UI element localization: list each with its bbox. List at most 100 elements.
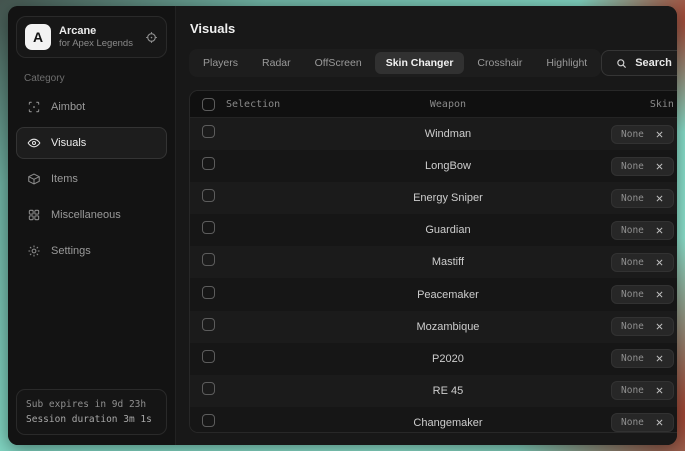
row-checkbox[interactable] [202, 125, 215, 138]
skin-select-badge[interactable]: None [611, 381, 674, 400]
table-row-mozambique: Mozambique None [190, 311, 677, 343]
skin-value: None [621, 417, 644, 428]
skin-cell: None [544, 381, 674, 400]
selection-column-label: Selection [226, 99, 280, 110]
search-button-label: Search [635, 57, 672, 69]
subscription-info: Sub expires in 9d 23h Session duration 3… [16, 389, 167, 435]
table-row-guardian: Guardian None [190, 214, 677, 246]
select-all-checkbox[interactable] [202, 98, 215, 111]
selection-cell [202, 350, 352, 368]
selection-cell [202, 382, 352, 400]
skin-select-badge[interactable]: None [611, 317, 674, 336]
search-icon [616, 58, 627, 69]
clear-skin-icon[interactable] [655, 386, 664, 395]
row-checkbox[interactable] [202, 221, 215, 234]
main-panel: Visuals PlayersRadarOffScreenSkin Change… [176, 6, 677, 445]
sidebar-item-miscellaneous[interactable]: Miscellaneous [16, 199, 167, 231]
skin-select-badge[interactable]: None [611, 349, 674, 368]
clear-skin-icon[interactable] [655, 290, 664, 299]
weapon-name: Mozambique [352, 321, 544, 333]
table-row-energy-sniper: Energy Sniper None [190, 182, 677, 214]
sidebar-item-label: Items [51, 173, 78, 185]
sidebar-item-label: Aimbot [51, 101, 85, 113]
app-window: A Arcane for Apex Legends Category Aimbo… [8, 6, 677, 445]
sidebar-item-items[interactable]: Items [16, 163, 167, 195]
miscellaneous-icon [27, 208, 41, 222]
clear-skin-icon[interactable] [655, 130, 664, 139]
page-title: Visuals [190, 21, 677, 36]
skin-value: None [621, 385, 644, 396]
row-checkbox[interactable] [202, 157, 215, 170]
weapon-column-label: Weapon [352, 99, 544, 110]
weapon-name: LongBow [352, 160, 544, 172]
selection-cell [202, 414, 352, 432]
category-label: Category [24, 73, 159, 84]
sub-expiry-text: Sub expires in 9d 23h [26, 397, 157, 412]
selection-cell [202, 189, 352, 207]
tab-radar[interactable]: Radar [251, 52, 302, 74]
skin-cell: None [544, 285, 674, 304]
row-checkbox[interactable] [202, 382, 215, 395]
skin-select-badge[interactable]: None [611, 157, 674, 176]
skin-select-badge[interactable]: None [611, 189, 674, 208]
clear-skin-icon[interactable] [655, 418, 664, 427]
skin-select-badge[interactable]: None [611, 221, 674, 240]
skin-value: None [621, 289, 644, 300]
session-duration-text: Session duration 3m 1s [26, 412, 157, 427]
skin-value: None [621, 321, 644, 332]
row-checkbox[interactable] [202, 189, 215, 202]
skin-select-badge[interactable]: None [611, 253, 674, 272]
skin-cell: None [544, 253, 674, 272]
clear-skin-icon[interactable] [655, 258, 664, 267]
tab-skin-changer[interactable]: Skin Changer [375, 52, 465, 74]
skin-select-badge[interactable]: None [611, 125, 674, 144]
brand-subtitle: for Apex Legends [59, 38, 133, 49]
row-checkbox[interactable] [202, 318, 215, 331]
sidebar-item-visuals[interactable]: Visuals [16, 127, 167, 159]
clear-skin-icon[interactable] [655, 194, 664, 203]
row-checkbox[interactable] [202, 286, 215, 299]
selection-cell [202, 221, 352, 239]
settings-icon [27, 244, 41, 258]
table-header: Selection Weapon Skin [190, 91, 677, 118]
row-checkbox[interactable] [202, 350, 215, 363]
skin-cell: None [544, 317, 674, 336]
row-checkbox[interactable] [202, 253, 215, 266]
skin-value: None [621, 257, 644, 268]
skin-cell: None [544, 157, 674, 176]
weapon-name: P2020 [352, 353, 544, 365]
weapon-name: Mastiff [352, 256, 544, 268]
sidebar-item-label: Settings [51, 245, 91, 257]
table-row-windman: Windman None [190, 118, 677, 150]
skin-select-badge[interactable]: None [611, 285, 674, 304]
skin-value: None [621, 161, 644, 172]
selection-cell [202, 253, 352, 271]
skin-value: None [621, 129, 644, 140]
weapon-name: Windman [352, 128, 544, 140]
search-button[interactable]: Search [601, 50, 677, 76]
selection-header-cell: Selection [202, 98, 352, 111]
skin-value: None [621, 225, 644, 236]
crosshair-icon[interactable] [145, 31, 158, 44]
tab-highlight[interactable]: Highlight [535, 52, 598, 74]
weapon-name: Energy Sniper [352, 192, 544, 204]
skin-cell: None [544, 221, 674, 240]
clear-skin-icon[interactable] [655, 322, 664, 331]
sidebar-item-settings[interactable]: Settings [16, 235, 167, 267]
clear-skin-icon[interactable] [655, 354, 664, 363]
selection-cell [202, 125, 352, 143]
clear-skin-icon[interactable] [655, 226, 664, 235]
table-row-changemaker: ChangemakerNone [190, 407, 677, 433]
tab-players[interactable]: Players [192, 52, 249, 74]
tab-offscreen[interactable]: OffScreen [304, 52, 373, 74]
visuals-icon [27, 136, 41, 150]
skin-changer-table: Selection Weapon Skin Windman None LongBow… [189, 90, 677, 433]
table-row-p2020: P2020 None [190, 343, 677, 375]
weapon-name: Guardian [352, 224, 544, 236]
skin-select-badge[interactable]: None [611, 413, 674, 432]
sidebar-item-aimbot[interactable]: Aimbot [16, 91, 167, 123]
tab-crosshair[interactable]: Crosshair [466, 52, 533, 74]
row-checkbox[interactable] [202, 414, 215, 427]
clear-skin-icon[interactable] [655, 162, 664, 171]
skin-value: None [621, 193, 644, 204]
